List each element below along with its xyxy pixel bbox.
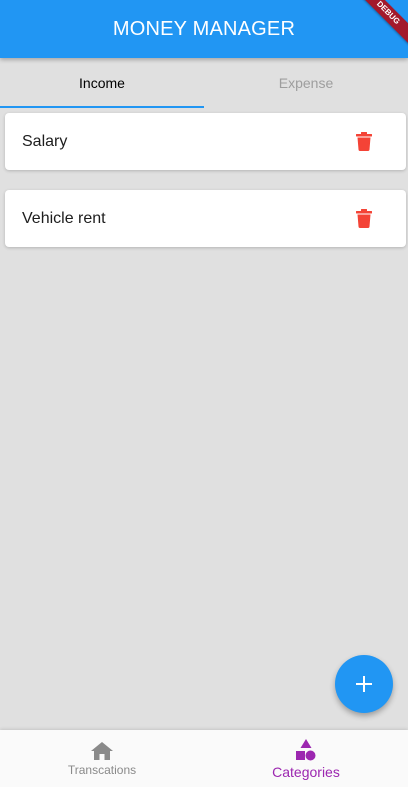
list-item: Vehicle rent bbox=[5, 190, 406, 247]
tab-income-label: Income bbox=[79, 75, 125, 91]
list-item: Salary bbox=[5, 113, 406, 170]
nav-label-transactions: Transcations bbox=[67, 763, 137, 777]
app-title: MONEY MANAGER bbox=[112, 17, 296, 40]
trash-icon bbox=[356, 132, 372, 151]
delete-button[interactable] bbox=[354, 131, 374, 153]
tab-expense-label: Expense bbox=[278, 75, 334, 91]
tab-expense[interactable]: Expense bbox=[204, 58, 408, 108]
delete-button[interactable] bbox=[354, 208, 374, 230]
nav-item-transactions[interactable]: Transcations bbox=[0, 730, 204, 787]
nav-item-categories[interactable]: Categories bbox=[204, 730, 408, 787]
category-label: Salary bbox=[22, 132, 68, 150]
add-category-button[interactable] bbox=[335, 655, 393, 713]
trash-icon bbox=[356, 209, 372, 228]
app-bar: MONEY MANAGER bbox=[0, 0, 408, 58]
home-icon bbox=[91, 742, 113, 760]
category-shapes-icon bbox=[296, 739, 316, 761]
category-list: Salary Vehicle rent bbox=[5, 113, 406, 267]
tab-income[interactable]: Income bbox=[0, 58, 204, 108]
tab-indicator bbox=[0, 106, 204, 108]
bottom-navigation: Transcations Categories bbox=[0, 730, 408, 787]
category-label: Vehicle rent bbox=[22, 209, 106, 227]
tab-bar: Income Expense bbox=[0, 58, 408, 108]
nav-label-categories: Categories bbox=[272, 764, 340, 780]
app-screen: MONEY MANAGER DEBUG Income Expense Salar… bbox=[0, 0, 408, 787]
plus-icon bbox=[356, 676, 372, 692]
